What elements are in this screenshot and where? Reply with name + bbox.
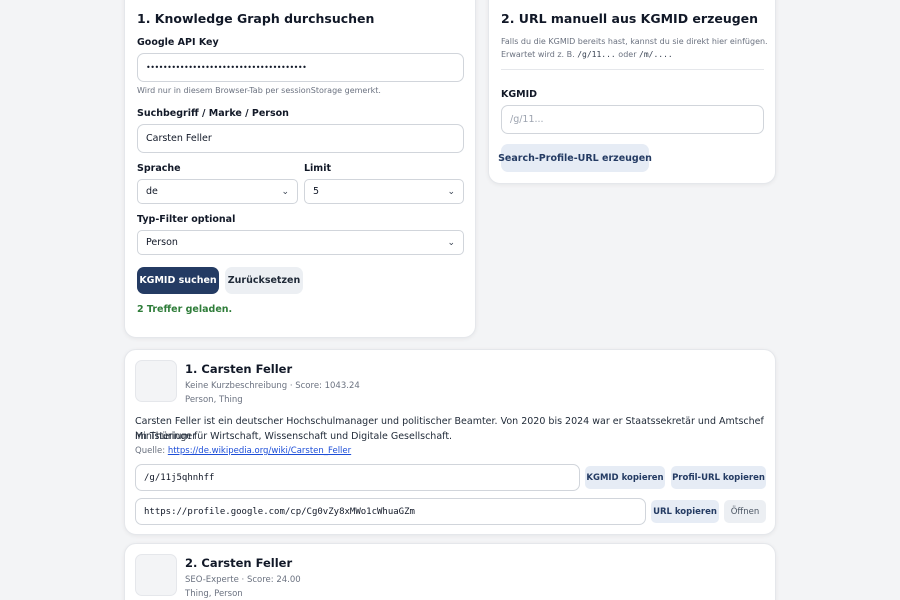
avatar (135, 360, 177, 402)
result-card: 2. Carsten Feller SEO-Experte · Score: 2… (124, 543, 776, 600)
profile-url-field[interactable]: https://profile.google.com/cp/Cg0vZy8xMW… (135, 498, 646, 525)
result-title: 2. Carsten Feller (185, 556, 293, 570)
chevron-down-icon: ⌄ (447, 237, 455, 248)
query-input[interactable]: Carsten Feller (137, 124, 464, 153)
query-label: Suchbegriff / Marke / Person (137, 108, 289, 119)
hint-code-m: /m/.... (639, 50, 673, 59)
hint-or: oder (618, 50, 637, 59)
search-card: 1. Knowledge Graph durchsuchen Google AP… (124, 0, 476, 338)
language-select[interactable]: de ⌄ (137, 179, 298, 204)
kgmid-label: KGMID (501, 89, 538, 100)
api-key-input[interactable]: •••••••••••••••••••••••••••••••••••••• (137, 53, 464, 82)
kgmid-search-button[interactable]: KGMID suchen (137, 267, 219, 294)
source-label: Quelle: (135, 446, 166, 456)
result-types: Thing, Person (185, 589, 243, 599)
avatar (135, 554, 177, 596)
kgmid-input[interactable]: /g/11... (501, 105, 764, 134)
language-label: Sprache (137, 163, 181, 174)
copy-url-button[interactable]: URL kopieren (651, 500, 719, 523)
type-filter-select[interactable]: Person ⌄ (137, 230, 464, 255)
api-key-label: Google API Key (137, 37, 219, 48)
status-message: 2 Treffer geladen. (137, 304, 233, 315)
result-types: Person, Thing (185, 395, 243, 405)
generate-url-button[interactable]: Search-Profile-URL erzeugen (498, 144, 652, 172)
manual-card-title: 2. URL manuell aus KGMID erzeugen (501, 11, 759, 26)
result-source: Quelle: https://de.wikipedia.org/wiki/Ca… (135, 446, 351, 456)
open-button[interactable]: Öffnen (724, 500, 766, 523)
limit-label: Limit (304, 163, 332, 174)
source-link[interactable]: https://de.wikipedia.org/wiki/Carsten_Fe… (168, 446, 351, 456)
manual-hint-line2: Erwartet wird z. B. /g/11... oder /m/...… (501, 50, 673, 59)
result-card: 1. Carsten Feller Keine Kurzbeschreibung… (124, 349, 776, 535)
reset-button[interactable]: Zurücksetzen (225, 267, 303, 294)
manual-hint-line1: Falls du die KGMID bereits hast, kannst … (501, 37, 768, 46)
copy-profile-url-button[interactable]: Profil-URL kopieren (671, 466, 766, 489)
copy-kgmid-button[interactable]: KGMID kopieren (585, 466, 665, 489)
limit-select-value: 5 (313, 186, 320, 197)
manual-url-card: 2. URL manuell aus KGMID erzeugen Falls … (488, 0, 776, 184)
manual-divider (501, 69, 764, 70)
result-description-line2: Ministerium für Wirtschaft, Wissenschaft… (135, 431, 453, 442)
search-card-title: 1. Knowledge Graph durchsuchen (137, 11, 375, 26)
api-key-hint: Wird nur in diesem Browser-Tab per sessi… (137, 86, 381, 95)
type-filter-value: Person (146, 237, 178, 248)
result-title: 1. Carsten Feller (185, 362, 293, 376)
hint-prefix: Erwartet wird z. B. (501, 50, 575, 59)
hint-code-g: /g/11... (577, 50, 616, 59)
result-meta: Keine Kurzbeschreibung · Score: 1043.24 (185, 381, 360, 391)
type-filter-label: Typ-Filter optional (137, 214, 236, 225)
language-select-value: de (146, 186, 158, 197)
chevron-down-icon: ⌄ (281, 186, 289, 197)
limit-select[interactable]: 5 ⌄ (304, 179, 464, 204)
result-meta: SEO-Experte · Score: 24.00 (185, 575, 301, 585)
chevron-down-icon: ⌄ (447, 186, 455, 197)
kgmid-output-field[interactable]: /g/11j5qhnhff (135, 464, 580, 491)
